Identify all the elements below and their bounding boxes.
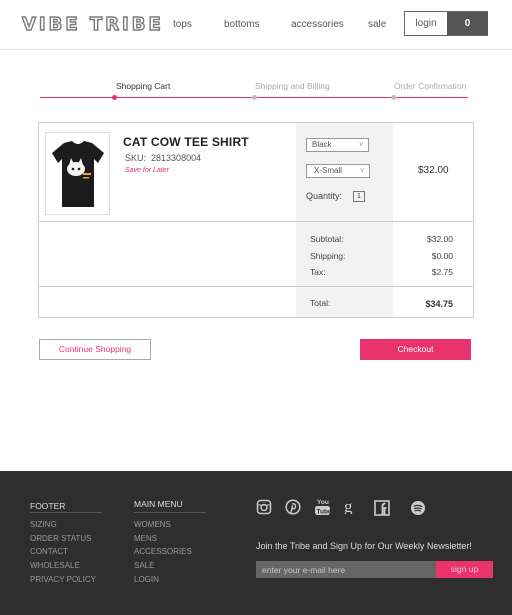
nav-bottoms[interactable]: bottoms [224,19,260,30]
spotify-icon[interactable] [410,500,426,516]
chevron-down-icon: v [359,141,364,148]
divider [30,512,102,513]
total-label: Total: [310,298,331,308]
tax-label: Tax: [310,267,326,277]
subtotal-label: Subtotal: [310,234,344,244]
footer-col-title: FOOTER [30,501,66,511]
svg-text:You: You [317,499,329,506]
step-shopping-cart: Shopping Cart [116,81,171,91]
nav-sale[interactable]: sale [368,19,386,30]
row-divider [39,286,473,287]
sku-label: SKU: [125,153,147,163]
sku-value: 2813308004 [151,153,202,163]
svg-text:g: g [344,498,353,514]
nav-accessories[interactable]: accessories [291,19,344,30]
google-plus-icon[interactable]: g [343,498,359,514]
youtube-icon[interactable]: You Tube [314,497,331,516]
options-column [296,123,393,317]
main-menu-title: MAIN MENU [134,499,183,509]
instagram-icon[interactable] [256,499,272,515]
site-header: VIBE TRIBE tops bottoms accessories sale… [0,0,512,50]
quantity-label: Quantity: [306,191,343,201]
footer-link-order-status[interactable]: ORDER STATUS [30,534,91,543]
product-image[interactable] [45,132,110,215]
sign-up-button[interactable]: sign up [436,561,493,578]
shipping-label: Shipping: [310,251,346,261]
cart-count-button[interactable]: 0 [447,12,488,35]
step-dot-confirmation [391,95,396,100]
newsletter-text: Join the Tribe and Sign Up for Our Weekl… [256,541,472,551]
footer-link-mens[interactable]: MENS [134,534,157,543]
continue-shopping-button[interactable]: Continue Shopping [39,339,151,360]
login-link[interactable]: login [405,12,447,35]
color-select[interactable]: Black v [306,138,369,152]
total-value: $34.75 [425,299,453,309]
divider [134,512,206,513]
footer-link-login[interactable]: LOGIN [134,575,159,584]
save-for-later-link[interactable]: Save for Later [125,167,169,174]
product-sku: SKU: 2813308004 [125,153,201,163]
account-box: login 0 [404,11,488,36]
step-dot-cart [112,95,117,100]
product-title[interactable]: CAT COW TEE SHIRT [123,135,249,149]
chevron-down-icon: v [360,167,365,174]
newsletter-email-input[interactable] [256,561,436,578]
color-value: Black [312,140,332,149]
svg-text:Tube: Tube [317,509,332,516]
step-shipping-billing: Shipping and Billing [255,81,330,91]
quantity-input[interactable]: 1 [353,191,365,202]
footer-link-contact[interactable]: CONTACT [30,547,68,556]
item-price: $32.00 [418,165,449,176]
size-select[interactable]: X-Small v [306,164,370,178]
step-order-confirmation: Order Confirmation [394,81,467,91]
tax-value: $2.75 [431,267,453,277]
site-footer: FOOTER SIZING ORDER STATUS CONTACT WHOLE… [0,471,512,615]
footer-link-sale[interactable]: SALE [134,561,154,570]
site-logo[interactable]: VIBE TRIBE [21,13,164,35]
size-value: X-Small [314,166,343,175]
footer-link-accessories[interactable]: ACCESSORIES [134,547,192,556]
footer-link-wholesale[interactable]: WHOLESALE [30,561,80,570]
footer-link-womens[interactable]: WOMENS [134,520,171,529]
pinterest-icon[interactable] [285,499,301,515]
row-divider [39,221,473,222]
footer-link-sizing[interactable]: SIZING [30,520,57,529]
footer-link-privacy[interactable]: PRIVACY POLICY [30,575,96,584]
checkout-button[interactable]: Checkout [360,339,471,360]
tshirt-image [52,141,104,207]
subtotal-value: $32.00 [427,234,453,244]
nav-tops[interactable]: tops [173,19,192,30]
facebook-icon[interactable] [374,500,390,516]
shipping-value: $0.00 [431,251,453,261]
step-dot-shipping [252,95,257,100]
cart-table: CAT COW TEE SHIRT SKU: 2813308004 Save f… [38,122,474,318]
